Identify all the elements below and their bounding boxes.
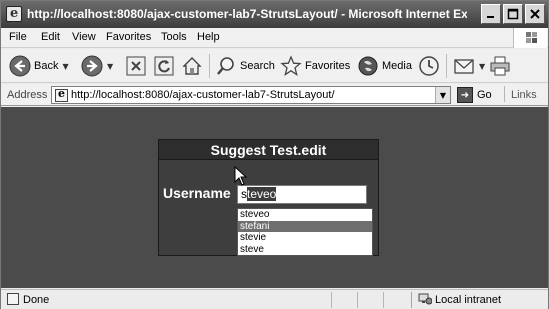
status-divider <box>357 292 358 308</box>
history-button[interactable] <box>418 54 440 78</box>
toolbar-separator <box>446 54 447 78</box>
window-title: http://localhost:8080/ajax-customer-lab7… <box>27 7 467 21</box>
suggestion-item[interactable]: steveo <box>238 209 372 221</box>
go-label: Go <box>477 89 492 101</box>
username-input[interactable]: steveo <box>237 185 367 204</box>
menu-bar: File Edit View Favorites Tools Help <box>1 28 548 48</box>
zone-text: Local intranet <box>435 294 502 306</box>
menu-help[interactable]: Help <box>197 31 220 43</box>
page-icon <box>55 87 68 102</box>
maximize-icon <box>507 8 519 20</box>
username-autocomplete-selection: teveo <box>247 187 277 201</box>
windows-flag-icon <box>526 32 537 43</box>
minimize-icon <box>487 16 494 18</box>
title-bar: http://localhost:8080/ajax-customer-lab7… <box>1 1 548 28</box>
menu-edit[interactable]: Edit <box>41 31 60 43</box>
links-button[interactable]: Links <box>511 89 537 101</box>
maximize-button[interactable] <box>503 4 523 24</box>
username-label: Username <box>163 185 231 201</box>
forward-button[interactable]: ▼ <box>81 54 113 78</box>
address-dropdown-icon[interactable]: ▼ <box>435 87 450 103</box>
suggestion-item-selected[interactable]: stefani <box>238 220 372 232</box>
stop-button[interactable] <box>125 54 147 78</box>
address-bar: Address http://localhost:8080/ajax-custo… <box>1 84 548 106</box>
print-icon <box>490 56 510 76</box>
refresh-button[interactable] <box>153 54 175 78</box>
search-icon <box>217 57 234 75</box>
forward-dropdown-icon[interactable]: ▼ <box>107 62 113 71</box>
address-divider <box>504 86 505 102</box>
mail-dropdown-icon[interactable]: ▼ <box>479 62 485 71</box>
media-icon <box>358 56 378 76</box>
mail-button[interactable]: ▼ <box>453 54 485 78</box>
media-button[interactable]: Media <box>357 54 412 78</box>
media-label: Media <box>382 60 412 72</box>
close-icon <box>530 9 540 19</box>
form-title: Suggest Test.edit <box>159 140 378 160</box>
favorites-button[interactable]: Favorites <box>280 54 350 78</box>
go-button[interactable]: ➜ Go <box>457 86 492 104</box>
menu-view[interactable]: View <box>72 31 96 43</box>
back-arrow-icon <box>9 55 31 77</box>
forward-arrow-icon <box>81 55 103 77</box>
menu-favorites[interactable]: Favorites <box>106 31 151 43</box>
back-button[interactable]: Back ▼ <box>9 54 69 78</box>
suggest-form: Suggest Test.edit Username steveo steveo… <box>158 139 379 256</box>
refresh-icon <box>154 56 174 76</box>
address-label: Address <box>7 89 48 101</box>
mouse-cursor-icon <box>234 166 248 186</box>
back-label: Back <box>34 60 59 72</box>
page-done-icon <box>7 293 19 305</box>
home-icon <box>182 57 202 75</box>
menu-tools[interactable]: Tools <box>161 31 187 43</box>
close-button[interactable] <box>525 4 545 24</box>
ie-icon <box>6 6 22 22</box>
stop-icon <box>126 56 146 76</box>
address-input[interactable]: http://localhost:8080/ajax-customer-lab7… <box>51 86 451 104</box>
address-url[interactable]: http://localhost:8080/ajax-customer-lab7… <box>71 89 335 101</box>
suggestion-list: steveo stefani stevie steve <box>237 208 373 256</box>
suggestion-item[interactable]: steve <box>238 244 372 256</box>
status-divider <box>383 292 384 308</box>
back-dropdown-icon[interactable]: ▼ <box>62 62 68 71</box>
windows-logo <box>513 28 547 48</box>
status-bar: Done Local intranet <box>1 289 548 309</box>
search-label: Search <box>240 60 275 72</box>
toolbar: Back ▼ ▼ Search Favorites Media ▼ <box>1 49 548 83</box>
favorites-label: Favorites <box>305 60 351 72</box>
favorites-star-icon <box>280 55 302 76</box>
status-divider <box>331 292 332 308</box>
toolbar-separator <box>209 54 210 78</box>
mail-icon <box>454 59 474 74</box>
go-arrow-icon: ➜ <box>457 87 473 103</box>
browser-window: http://localhost:8080/ajax-customer-lab7… <box>0 0 549 309</box>
status-text: Done <box>23 294 50 306</box>
intranet-icon <box>418 293 432 305</box>
home-button[interactable] <box>181 54 203 78</box>
history-icon <box>419 56 439 76</box>
menu-file[interactable]: File <box>9 31 27 43</box>
minimize-button[interactable] <box>481 4 501 24</box>
suggestion-item[interactable]: stevie <box>238 232 372 244</box>
print-button[interactable] <box>489 54 511 78</box>
page-content: Suggest Test.edit Username steveo steveo… <box>1 107 548 288</box>
security-zone: Local intranet <box>411 292 547 308</box>
search-button[interactable]: Search <box>215 54 275 78</box>
